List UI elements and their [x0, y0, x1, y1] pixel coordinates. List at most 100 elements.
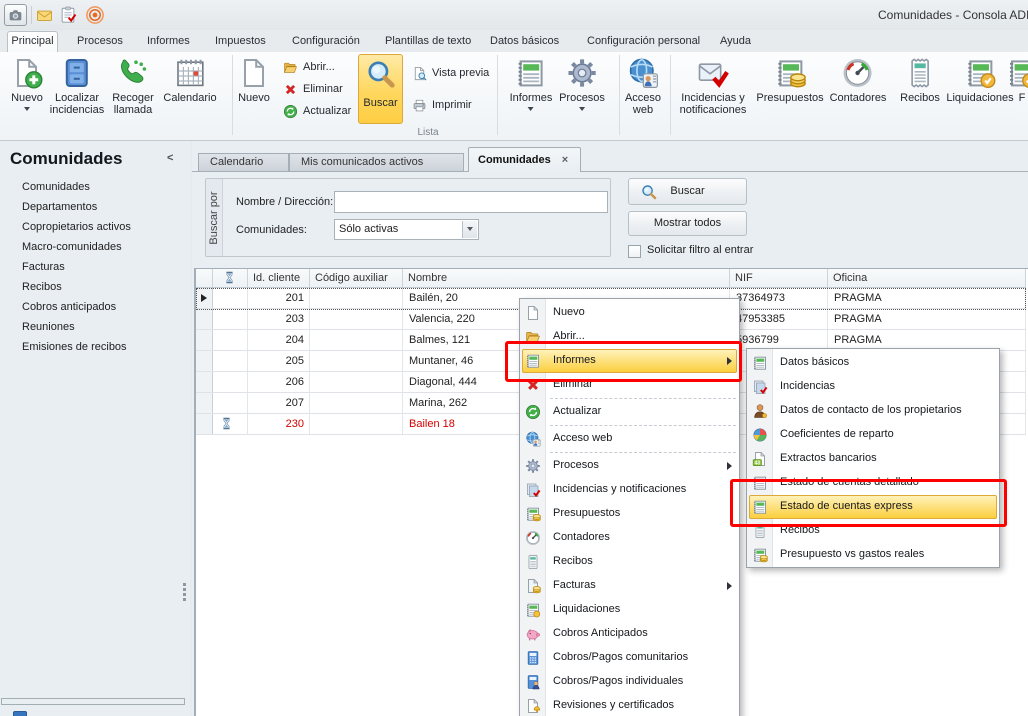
submenu-item-incidencias[interactable]: Incidencias — [747, 375, 999, 399]
context-menu-item-nuevo[interactable]: Nuevo — [520, 301, 739, 325]
menu-item-label: Actualizar — [553, 405, 601, 417]
context-menu-item-incidencias-y-notificaciones[interactable]: Incidencias y notificaciones — [520, 478, 739, 502]
ribbon-tab-datos-basicos[interactable]: Datos básicos — [490, 35, 559, 47]
ribbon-button-recibos[interactable]: Recibos — [900, 55, 940, 104]
nombre-direccion-input[interactable] — [334, 191, 608, 213]
sidebar-item-cobros-anticipados[interactable]: Cobros anticipados — [22, 297, 116, 317]
sidebar-item-facturas[interactable]: Facturas — [22, 257, 65, 277]
ribbon-button-informes[interactable]: Informes — [510, 55, 553, 114]
ribbon-button-label: Procesos — [559, 92, 605, 104]
app-menu-button[interactable] — [4, 4, 27, 26]
ribbon-tab-configuracion[interactable]: Configuración — [292, 35, 360, 47]
ribbon-button-label: notificaciones — [680, 104, 747, 116]
comunidades-select[interactable]: Sólo activas — [334, 219, 479, 240]
grid-col-header-hourglass[interactable] — [213, 269, 248, 287]
sidebar-item-copropietarios-activos[interactable]: Copropietarios activos — [22, 217, 131, 237]
context-menu-item-cobros-pagos-comunitarios[interactable]: Cobros/Pagos comunitarios — [520, 646, 739, 670]
ribbon-tab-configuracion-personal[interactable]: Configuración personal — [587, 35, 700, 47]
ribbon-tab-plantillas-de-texto[interactable]: Plantillas de texto — [385, 35, 471, 47]
submenu-item-recibos[interactable]: Recibos — [747, 519, 999, 543]
grid-col-header-codigo-auxiliar[interactable]: Código auxiliar — [310, 269, 403, 287]
chevron-left-icon[interactable]: < — [167, 152, 173, 164]
submenu-item-coeficientes-de-reparto[interactable]: Coeficientes de reparto — [747, 423, 999, 447]
close-icon[interactable]: × — [562, 154, 568, 166]
ribbon-button-calendario[interactable]: Calendario — [163, 55, 216, 104]
ribbon-tab-procesos[interactable]: Procesos — [77, 35, 123, 47]
mostrar-todos-button[interactable]: Mostrar todos — [628, 211, 747, 236]
sidebar-item-departamentos[interactable]: Departamentos — [22, 197, 97, 217]
qat-mail-icon[interactable] — [36, 7, 53, 24]
buscar-button[interactable]: Buscar — [628, 178, 747, 205]
ribbon-button-imprimir[interactable]: Imprimir — [412, 96, 472, 114]
grid-col-header-id-cliente[interactable]: Id. cliente — [248, 269, 310, 287]
ribbon-button-nuevo[interactable]: Nuevo — [11, 55, 43, 114]
ribbon-button-vista-previa[interactable]: Vista previa — [412, 64, 489, 82]
ribbon-button-presupuestos[interactable]: Presupuestos — [756, 55, 823, 104]
context-menu-item-cobros-pagos-individuales[interactable]: Cobros/Pagos individuales — [520, 670, 739, 694]
ribbon-tab-informes[interactable]: Informes — [147, 35, 190, 47]
ribbon-button-f[interactable]: F — [1006, 55, 1028, 104]
context-menu-item-abrir[interactable]: Abrir... — [520, 325, 739, 349]
grid-col-header-nif[interactable]: NIF — [730, 269, 828, 287]
doc-tab-mis-comunicados-activos[interactable]: Mis comunicados activos — [289, 153, 464, 172]
ribbon-button-label: Recoger — [112, 92, 154, 104]
context-menu-item-actualizar[interactable]: Actualizar — [520, 400, 739, 424]
mostrar-todos-label: Mostrar todos — [654, 217, 721, 229]
sidebar-item-comunidades[interactable]: Comunidades — [22, 177, 90, 197]
context-menu-item-acceso-web[interactable]: Acceso web — [520, 427, 739, 451]
row-indicator-cell — [196, 372, 213, 392]
submenu-item-estado-de-cuentas-express[interactable]: Estado de cuentas express — [747, 495, 999, 519]
ribbon-button-eliminar[interactable]: Eliminar — [283, 80, 343, 98]
ribbon-button-abrir[interactable]: Abrir... — [283, 58, 335, 76]
sidebar-item-emisiones-de-recibos[interactable]: Emisiones de recibos — [22, 337, 127, 357]
submenu-item-estado-de-cuentas-detallado[interactable]: Estado de cuentas detallado — [747, 471, 999, 495]
submenu-item-presupuesto-vs-gastos-reales[interactable]: Presupuesto vs gastos reales — [747, 543, 999, 567]
ribbon-tab-ayuda[interactable]: Ayuda — [720, 35, 751, 47]
submenu-item-extractos-bancarios[interactable]: 43Extractos bancarios — [747, 447, 999, 471]
qat-broadcast-icon[interactable] — [85, 5, 105, 25]
ribbon-button-localizar-incidencias[interactable]: Localizarincidencias — [50, 55, 104, 116]
ribbon-button-buscar[interactable]: Buscar — [358, 54, 403, 124]
context-menu-item-procesos[interactable]: Procesos — [520, 454, 739, 478]
new-page-icon — [11, 57, 43, 89]
context-menu-item-informes[interactable]: Informes — [520, 349, 739, 373]
grid-col-header-oficina[interactable]: Oficina — [828, 269, 1026, 287]
ribbon-button-recoger-llamada[interactable]: Recogerllamada — [112, 55, 154, 116]
context-menu-item-cobros-anticipados[interactable]: Cobros Anticipados — [520, 622, 739, 646]
ribbon-tab-principal[interactable]: Principal — [7, 31, 58, 52]
submenu-item-datos-basicos[interactable]: Datos básicos — [747, 351, 999, 375]
ribbon-button-actualizar[interactable]: Actualizar — [283, 102, 351, 120]
grid-col-header-nombre[interactable]: Nombre — [403, 269, 730, 287]
context-menu-item-eliminar[interactable]: Eliminar — [520, 373, 739, 397]
context-menu-item-revisiones-y-certificados[interactable]: Revisiones y certificados — [520, 694, 739, 716]
ribbon-button-liquidaciones[interactable]: Liquidaciones — [946, 55, 1013, 104]
ribbon-button-acceso-web[interactable]: Accesoweb — [625, 55, 661, 116]
context-menu-item-presupuestos[interactable]: Presupuestos — [520, 502, 739, 526]
doc-tab-calendario[interactable]: Calendario — [198, 153, 289, 172]
dropdown-arrow-icon — [579, 107, 585, 114]
solicitar-filtro-checkbox[interactable] — [628, 245, 641, 258]
context-menu-item-liquidaciones[interactable]: Liquidaciones — [520, 598, 739, 622]
ribbon-tab-impuestos[interactable]: Impuestos — [215, 35, 266, 47]
context-menu-item-recibos[interactable]: Recibos — [520, 550, 739, 574]
ribbon-button-incidencias-y-notificaciones[interactable]: Incidencias ynotificaciones — [680, 55, 747, 116]
submenu-item-datos-de-contacto-de-los-propietarios[interactable]: Datos de contacto de los propietarios — [747, 399, 999, 423]
cell-id-cliente: 201 — [248, 288, 310, 308]
ribbon-button-label: Nuevo — [238, 92, 270, 104]
chevron-down-icon[interactable] — [462, 221, 477, 238]
receipt-icon — [752, 523, 768, 539]
sidebar-item-recibos[interactable]: Recibos — [22, 277, 62, 297]
gauge-icon — [842, 57, 874, 89]
sidebar-item-reuniones[interactable]: Reuniones — [22, 317, 75, 337]
cell-codigo-auxiliar — [310, 372, 403, 392]
context-menu-item-contadores[interactable]: Contadores — [520, 526, 739, 550]
ribbon-button-contadores[interactable]: Contadores — [830, 55, 887, 104]
sidebar-item-macro-comunidades[interactable]: Macro-comunidades — [22, 237, 122, 257]
context-menu-item-facturas[interactable]: Facturas — [520, 574, 739, 598]
ribbon-button-nuevo[interactable]: Nuevo — [238, 55, 270, 104]
doc-tab-comunidades[interactable]: Comunidades× — [468, 147, 581, 172]
qat-tasks-icon[interactable] — [59, 6, 77, 24]
grid-col-header-indicator[interactable] — [196, 269, 213, 287]
ribbon-button-procesos[interactable]: Procesos — [559, 55, 605, 114]
folder-icon — [283, 60, 298, 75]
